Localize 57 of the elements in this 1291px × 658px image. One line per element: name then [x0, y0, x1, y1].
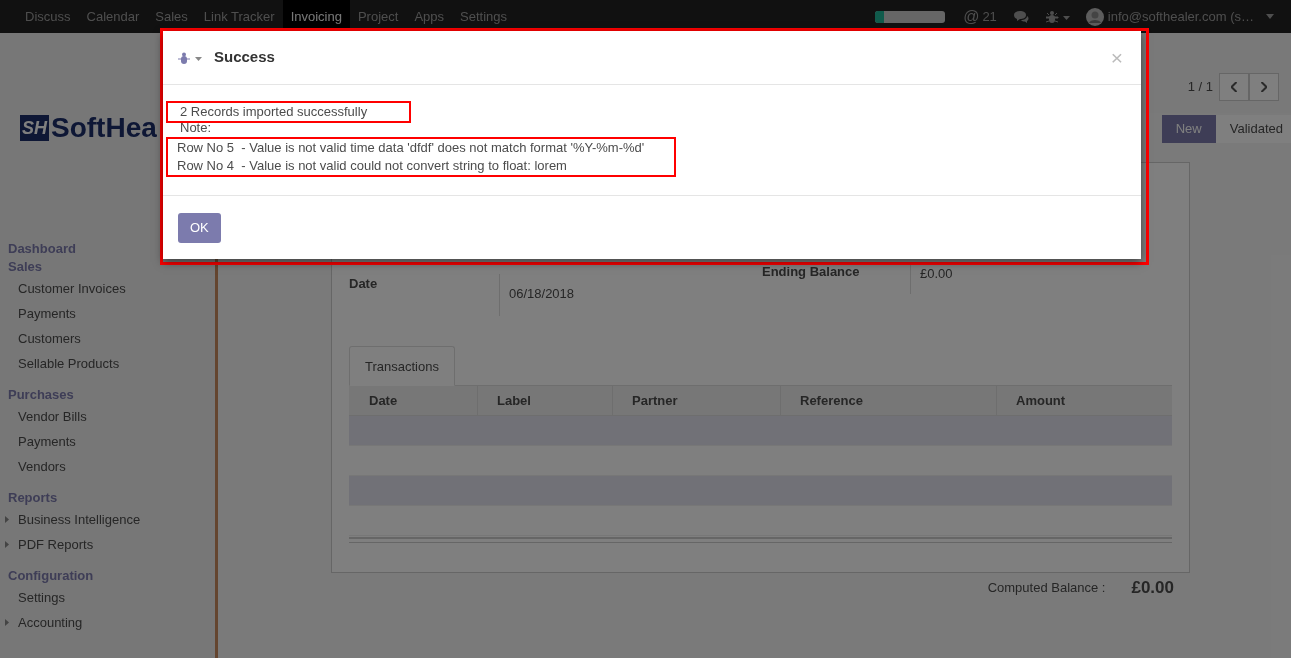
section-title[interactable]: Reports	[8, 489, 215, 507]
menu-link[interactable]: PDF Reports	[18, 534, 94, 555]
bug-icon	[178, 51, 204, 64]
field-value: £0.00	[910, 264, 953, 294]
status-button[interactable]: New	[1161, 115, 1216, 143]
column-header[interactable]: Partner	[613, 386, 781, 415]
menu-link[interactable]: Sellable Products	[18, 353, 120, 374]
menu-link[interactable]: Customer Invoices	[18, 278, 126, 299]
chat-icon	[1012, 9, 1030, 24]
menu-link[interactable]: Accounting	[18, 612, 83, 633]
error-message: Row No 5 - Value is not valid time data 'dfdf' does not match format '%Y-%m-%d'	[177, 139, 646, 157]
success-message: 2 Records imported successfully	[180, 104, 368, 119]
column-header[interactable]: Date	[350, 386, 478, 415]
bug-icon	[1045, 9, 1072, 24]
menu-item[interactable]: Calendar	[78, 0, 148, 33]
expand-icon	[5, 619, 9, 626]
menu-link[interactable]: Payments	[18, 431, 76, 452]
expand-icon	[5, 516, 9, 523]
mention-count: 21	[982, 7, 997, 26]
dialog-title: Success	[214, 47, 276, 68]
mention-icon[interactable]: @	[963, 4, 980, 29]
menu-link[interactable]: Vendors	[18, 456, 66, 477]
section-title[interactable]: Sales	[8, 258, 215, 276]
error-message: Row No 4 - Value is not valid could not convert string to float: lorem	[177, 157, 568, 175]
next-button[interactable]	[1249, 73, 1279, 101]
pager-value: 1 / 1	[1187, 78, 1213, 97]
field-label: Date	[349, 275, 379, 293]
avatar-icon	[1085, 7, 1104, 26]
menu-link[interactable]: Vendor Bills	[18, 406, 87, 427]
logo-mark: SH	[20, 115, 49, 141]
column-header[interactable]: Amount	[997, 386, 1167, 415]
menu-link[interactable]: Customers	[18, 328, 81, 349]
logo-text: SoftHea	[51, 115, 157, 141]
caret-icon	[1266, 14, 1274, 19]
menu-link[interactable]: Settings	[18, 587, 65, 608]
user-name[interactable]: info@softhealer.com (s…	[1107, 6, 1254, 27]
section-title[interactable]: Purchases	[8, 386, 215, 404]
note-label: Note:	[179, 119, 212, 137]
chevron-icon	[1231, 82, 1237, 92]
section-title[interactable]: Configuration	[8, 567, 215, 585]
progress-bar	[875, 10, 946, 23]
column-header[interactable]: Reference	[781, 386, 997, 415]
total-label: Computed Balance :	[987, 579, 1106, 597]
total-value: £0.00	[1131, 577, 1174, 599]
field-label: Ending Balance	[762, 263, 861, 281]
close-button[interactable]: ×	[1110, 47, 1123, 68]
field-value: 06/18/2018	[499, 274, 575, 316]
previous-button[interactable]	[1219, 73, 1249, 101]
menu-item[interactable]: Discuss	[17, 0, 79, 33]
tab[interactable]: Transactions	[349, 346, 455, 386]
menu-link[interactable]: Payments	[18, 303, 76, 324]
column-header[interactable]: Label	[478, 386, 613, 415]
status-button[interactable]: Validated	[1215, 115, 1291, 143]
expand-icon	[5, 541, 9, 548]
chevron-icon	[1261, 82, 1267, 92]
ok-button[interactable]: OK	[178, 212, 221, 243]
menu-link[interactable]: Business Intelligence	[18, 509, 141, 530]
